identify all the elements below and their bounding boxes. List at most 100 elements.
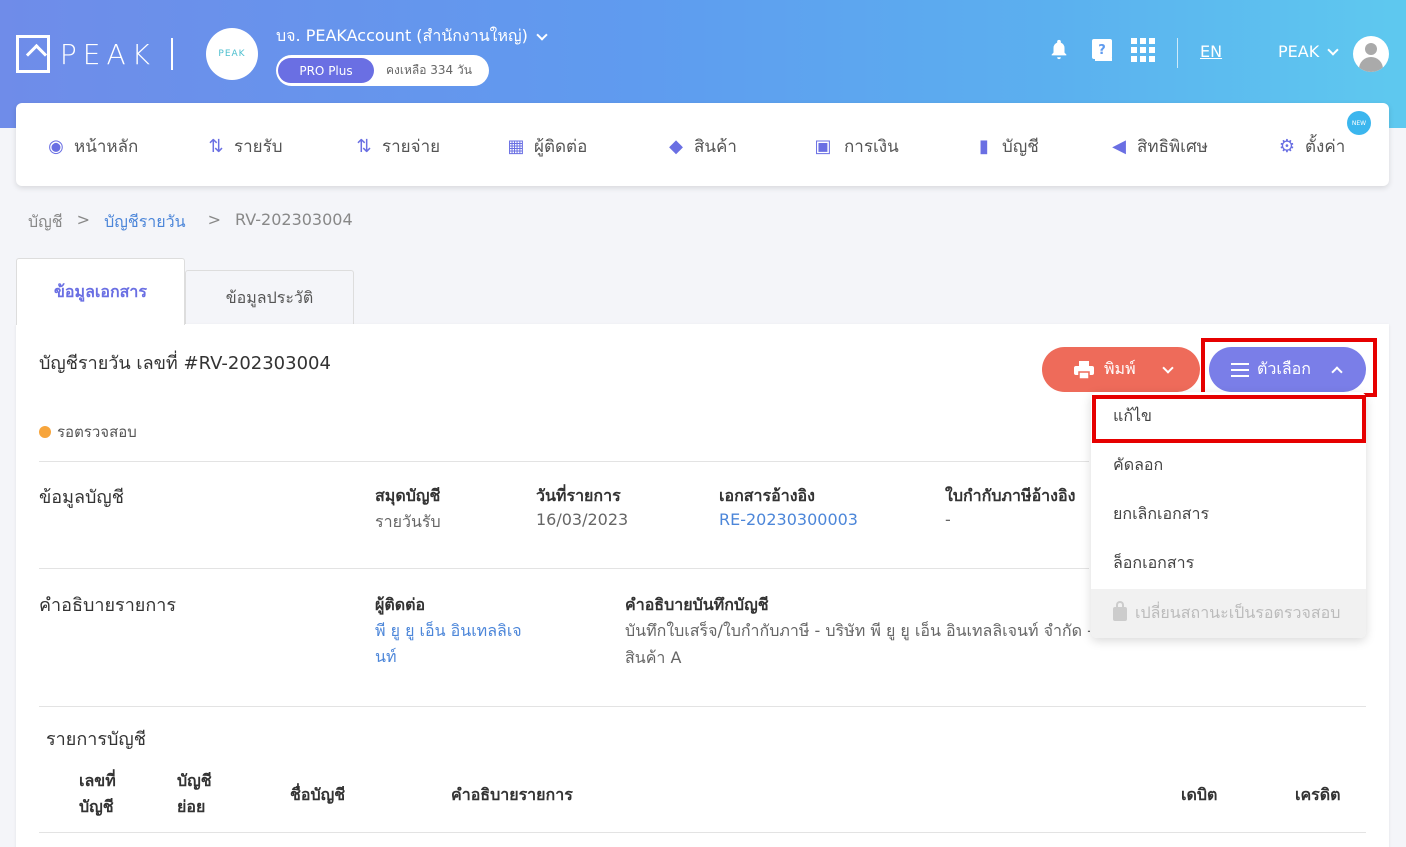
- nav-item-products[interactable]: ◆ สินค้า: [666, 133, 737, 160]
- chevron-down-icon: [536, 28, 548, 41]
- col-header-text: บัญชี: [79, 797, 114, 816]
- income-icon: ⇅: [208, 135, 224, 157]
- user-name: PEAK: [1278, 42, 1320, 61]
- divider: [39, 706, 1366, 707]
- chevron-down-icon: [1327, 43, 1339, 56]
- help-book-icon[interactable]: ?: [1091, 38, 1113, 62]
- col-credit: เครดิต: [1295, 785, 1341, 804]
- contact-link[interactable]: พี ยู ยู เอ็น อินเทลลิเจ: [375, 619, 522, 644]
- dashboard-icon: ◉: [48, 135, 64, 157]
- tax-invoice-value: -: [945, 510, 951, 529]
- menu-item-lock-document[interactable]: ล็อกเอกสาร: [1091, 539, 1366, 588]
- change-status-label: เปลี่ยนสถานะเป็นรอตรวจสอบ: [1135, 603, 1341, 622]
- nav-label: หน้าหลัก: [74, 137, 139, 157]
- section-title-entries: รายการบัญชี: [46, 729, 146, 750]
- nav-label: การเงิน: [844, 137, 899, 157]
- chevron-down-icon[interactable]: [1161, 361, 1174, 374]
- nav-item-home[interactable]: ◉ หน้าหลัก: [46, 133, 138, 160]
- logo-text: PEAK: [59, 37, 156, 71]
- breadcrumb-separator: >: [207, 210, 221, 229]
- section-title-description: คำอธิบายรายการ: [39, 595, 177, 616]
- breadcrumb-parent[interactable]: บัญชีรายวัน: [104, 210, 186, 235]
- money-icon: ▣: [814, 135, 832, 157]
- lock-icon: [1113, 600, 1127, 621]
- svg-text:?: ?: [1098, 43, 1106, 58]
- new-badge: NEW: [1347, 111, 1371, 135]
- nav-item-settings[interactable]: ⚙ ตั้งค่า: [1277, 133, 1345, 160]
- nav-label: ผู้ติดต่อ: [534, 137, 588, 157]
- col-account-number: เลขที่ บัญชี: [79, 768, 116, 820]
- breadcrumb: บัญชี > บัญชีรายวัน > RV-202303004: [28, 210, 353, 235]
- nav-label: รายจ่าย: [382, 137, 441, 157]
- bell-icon[interactable]: [1048, 38, 1070, 60]
- ledger-icon: ▮: [979, 135, 989, 157]
- plan-remaining: คงเหลือ 334 วัน: [386, 63, 472, 77]
- nav-item-income[interactable]: ⇅ รายรับ: [206, 133, 283, 160]
- gear-icon: ⚙: [1278, 135, 1296, 157]
- user-menu[interactable]: PEAK: [1278, 42, 1339, 61]
- highlight-options: [1201, 338, 1377, 397]
- status-badge: รอตรวจสอบ: [39, 420, 137, 444]
- product-box-icon: ◆: [669, 135, 683, 157]
- breadcrumb-current: RV-202303004: [235, 210, 353, 229]
- note-label: คำอธิบายบันทึกบัญชี: [625, 595, 769, 614]
- nav-item-finance[interactable]: ▣ การเงิน: [810, 133, 899, 160]
- nav-item-privileges[interactable]: ◀ สิทธิพิเศษ: [1109, 133, 1208, 160]
- tax-invoice-label: ใบกำกับภาษีอ้างอิง: [945, 486, 1076, 505]
- contact-label: ผู้ติดต่อ: [375, 595, 426, 614]
- divider: [39, 461, 1089, 462]
- col-header-text: เลขที่: [79, 771, 116, 790]
- reference-link[interactable]: RE-20230300003: [719, 510, 858, 529]
- menu-item-change-status: เปลี่ยนสถานะเป็นรอตรวจสอบ: [1091, 589, 1366, 638]
- col-header-text: บัญชี: [177, 771, 212, 790]
- user-avatar[interactable]: [1353, 36, 1389, 72]
- section-title-account-info: ข้อมูลบัญชี: [39, 487, 124, 508]
- company-selector[interactable]: บจ. PEAKAccount (สำนักงานใหญ่): [276, 24, 548, 49]
- nav-label: ตั้งค่า: [1305, 137, 1346, 157]
- nav-label: รายรับ: [234, 137, 283, 157]
- language-switch[interactable]: EN: [1200, 42, 1222, 61]
- breadcrumb-root[interactable]: บัญชี: [28, 210, 63, 235]
- journal-value: รายวันรับ: [375, 512, 441, 531]
- tab-history[interactable]: ข้อมูลประวัติ: [185, 270, 354, 325]
- journal-label: สมุดบัญชี: [375, 486, 441, 505]
- menu-item-cancel-document[interactable]: ยกเลิกเอกสาร: [1091, 490, 1366, 539]
- breadcrumb-separator: >: [76, 210, 91, 229]
- company-name: บจ. PEAKAccount (สำนักงานใหญ่): [276, 26, 528, 45]
- date-label: วันที่รายการ: [536, 486, 621, 505]
- date-value: 16/03/2023: [536, 510, 629, 529]
- col-header-text: ย่อย: [177, 797, 206, 816]
- print-button[interactable]: พิมพ์: [1042, 347, 1200, 392]
- nav-item-accounting[interactable]: ▮ บัญชี: [974, 133, 1039, 160]
- menu-item-copy[interactable]: คัดลอก: [1091, 441, 1366, 490]
- company-avatar[interactable]: PEAK: [206, 28, 258, 80]
- contacts-icon: ▦: [507, 135, 525, 157]
- note-line-2: สินค้า A: [625, 648, 682, 667]
- plan-pill[interactable]: PRO Plus คงเหลือ 334 วัน: [276, 55, 489, 86]
- logo-mark-icon: [16, 35, 50, 73]
- status-dot-icon: [39, 426, 51, 438]
- tab-document-info[interactable]: ข้อมูลเอกสาร: [16, 258, 185, 325]
- col-account-name: ชื่อบัญชี: [290, 785, 346, 804]
- document-title: บัญชีรายวัน เลขที่ #RV-202303004: [39, 353, 331, 374]
- header-divider: [171, 38, 173, 70]
- col-sub-account: บัญชี ย่อย: [177, 768, 212, 820]
- nav-label: สิทธิพิเศษ: [1137, 137, 1208, 157]
- note-line-1: บันทึกใบเสร็จ/ใบกำกับภาษี - บริษัท พี ยู…: [625, 621, 1090, 640]
- divider: [39, 568, 1089, 569]
- plan-badge: PRO Plus: [278, 58, 374, 83]
- reference-label: เอกสารอ้างอิง: [719, 486, 815, 505]
- printer-icon: [1074, 360, 1094, 379]
- status-text: รอตรวจสอบ: [57, 423, 137, 441]
- contact-link-continued[interactable]: นท์: [375, 645, 396, 670]
- peak-logo[interactable]: PEAK: [16, 35, 156, 73]
- print-label: พิมพ์: [1104, 359, 1136, 378]
- nav-item-contacts[interactable]: ▦ ผู้ติดต่อ: [506, 133, 587, 160]
- col-description: คำอธิบายรายการ: [451, 785, 573, 804]
- apps-grid-icon[interactable]: [1131, 38, 1155, 62]
- col-debit: เดบิต: [1181, 785, 1218, 804]
- divider: [39, 832, 1366, 833]
- megaphone-icon: ◀: [1112, 135, 1126, 157]
- nav-item-expense[interactable]: ⇅ รายจ่าย: [354, 133, 440, 160]
- main-nav: ◉ หน้าหลัก ⇅ รายรับ ⇅ รายจ่าย ▦ ผู้ติดต่…: [16, 103, 1389, 186]
